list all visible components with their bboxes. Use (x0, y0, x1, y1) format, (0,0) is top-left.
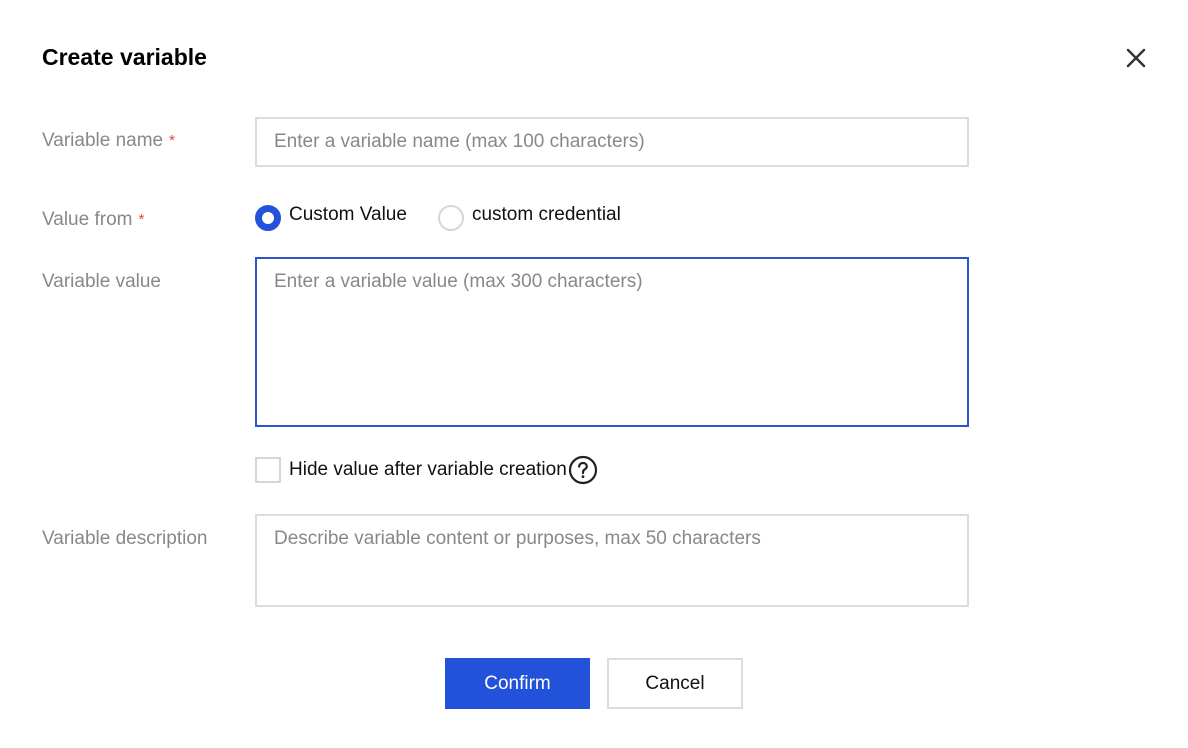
hide-value-label: Hide value after variable creation (289, 459, 567, 480)
hide-value-row: Hide value after variable creation (255, 455, 598, 485)
radio-custom-value-label: Custom Value (289, 204, 407, 225)
close-icon[interactable] (1123, 45, 1149, 71)
confirm-button[interactable]: Confirm (445, 658, 590, 709)
radio-custom-value[interactable]: Custom Value (255, 204, 407, 231)
required-mark: * (138, 211, 145, 228)
radio-unchecked-icon[interactable] (437, 205, 464, 231)
variable-value-label-text: Variable value (42, 271, 162, 292)
value-from-label: Value from * (42, 208, 144, 233)
required-mark: * (169, 132, 175, 149)
radio-custom-credential[interactable]: custom credential (437, 204, 621, 231)
variable-description-label: Variable description (42, 527, 207, 551)
variable-description-textarea[interactable] (255, 514, 969, 607)
variable-value-label: Variable value (42, 270, 161, 294)
variable-name-label-text: Variable name (42, 130, 164, 151)
cancel-button[interactable]: Cancel (607, 658, 743, 709)
variable-description-label-text: Variable description (42, 528, 208, 549)
radio-custom-credential-label: custom credential (471, 204, 621, 225)
variable-name-label: Variable name * (42, 129, 175, 154)
variable-value-textarea[interactable] (255, 257, 969, 427)
hide-value-checkbox[interactable] (255, 457, 281, 483)
question-circle-icon[interactable] (568, 455, 598, 485)
value-from-label-text: Value from (42, 209, 133, 230)
radio-checked-icon[interactable] (255, 205, 281, 231)
dialog-title: Create variable (42, 44, 207, 70)
create-variable-dialog: Create variable Variable name * Value fro… (0, 0, 1188, 748)
variable-name-input[interactable] (255, 117, 969, 167)
value-from-radio-group: Custom Value custom credential (255, 203, 652, 233)
